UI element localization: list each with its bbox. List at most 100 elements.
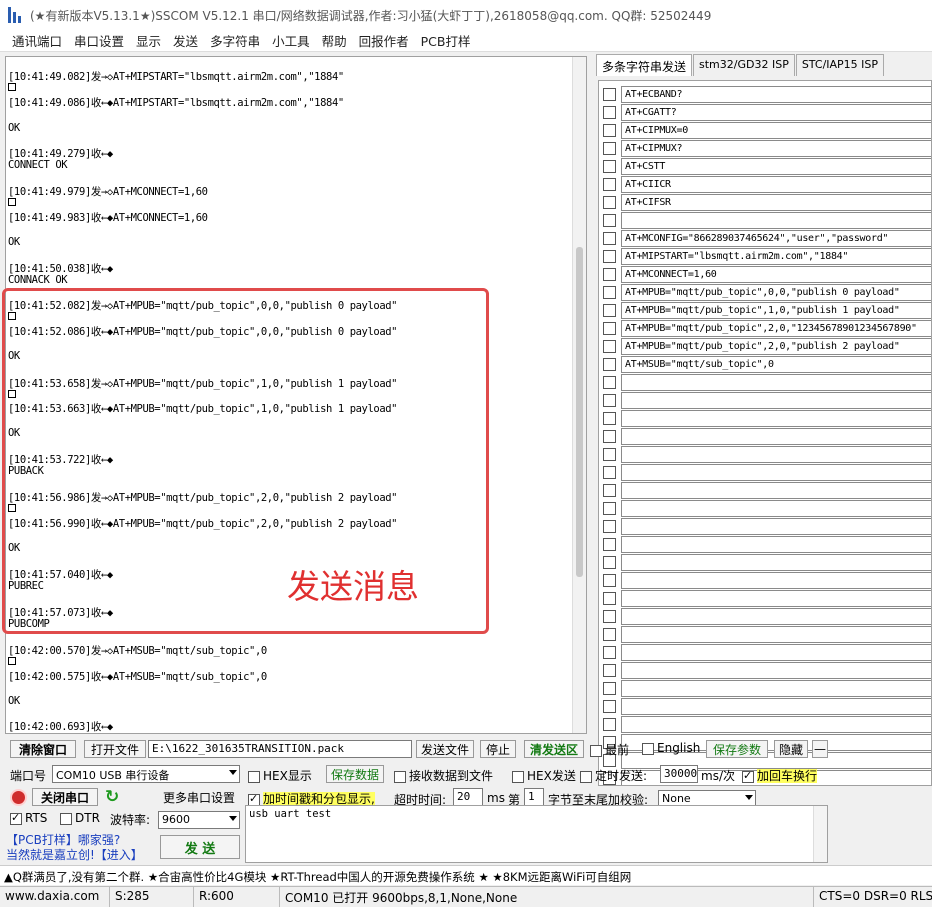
command-input[interactable]: AT+MPUB="mqtt/pub_topic",0,0,"publish 0 …	[621, 284, 931, 301]
command-checkbox[interactable]	[603, 682, 616, 695]
command-checkbox[interactable]	[603, 610, 616, 623]
hex-display-check-icon[interactable]	[248, 770, 260, 783]
command-input[interactable]: AT+MCONNECT=1,60	[621, 266, 931, 283]
menu-item[interactable]: PCB打样	[421, 31, 471, 50]
command-checkbox[interactable]	[603, 520, 616, 533]
command-input[interactable]	[621, 464, 931, 481]
command-input[interactable]: AT+MPUB="mqtt/pub_topic",2,0,"publish 2 …	[621, 338, 931, 355]
command-input[interactable]	[621, 608, 931, 625]
hex-send-checkbox[interactable]: HEX发送	[512, 767, 576, 784]
timeout-input[interactable]: 20	[453, 788, 483, 806]
status-site[interactable]: www.daxia.com	[0, 887, 110, 907]
command-input[interactable]: AT+CGATT?	[621, 104, 931, 121]
command-input[interactable]: AT+CSTT	[621, 158, 931, 175]
tab-multi-string[interactable]: 多条字符串发送	[596, 54, 693, 76]
command-input[interactable]	[621, 428, 931, 445]
command-checkbox[interactable]	[603, 376, 616, 389]
command-checkbox[interactable]	[603, 196, 616, 209]
interval-input[interactable]: 30000	[660, 765, 698, 783]
command-checkbox[interactable]	[603, 718, 616, 731]
rts-checkbox[interactable]: RTS	[10, 811, 47, 825]
command-input[interactable]	[621, 680, 931, 697]
command-checkbox[interactable]	[603, 664, 616, 677]
command-checkbox[interactable]	[603, 430, 616, 443]
command-checkbox[interactable]	[603, 628, 616, 641]
command-input[interactable]: AT+MPUB="mqtt/pub_topic",2,0,"1234567890…	[621, 320, 931, 337]
stop-button[interactable]: 停止	[480, 740, 516, 758]
command-input[interactable]	[621, 698, 931, 715]
news-ticker[interactable]: ▲Q群满员了,没有第二个群. ★合宙高性价比4G模块 ★RT-Thread中国人…	[0, 865, 932, 885]
minus-button[interactable]: —	[812, 740, 828, 758]
save-params-button[interactable]: 保存参数	[706, 740, 768, 758]
command-input[interactable]	[621, 410, 931, 427]
recv-to-file-check-icon[interactable]	[394, 770, 406, 783]
command-input[interactable]	[621, 500, 931, 517]
add-crlf-check-icon[interactable]	[742, 769, 754, 783]
command-input[interactable]	[621, 482, 931, 499]
send-button[interactable]: 发 送	[160, 835, 240, 859]
command-input[interactable]: AT+CIPMUX?	[621, 140, 931, 157]
command-checkbox[interactable]	[603, 448, 616, 461]
command-checkbox[interactable]	[603, 160, 616, 173]
command-checkbox[interactable]	[603, 88, 616, 101]
command-checkbox[interactable]	[603, 268, 616, 281]
send-input[interactable]: usb uart test	[245, 805, 828, 863]
command-checkbox[interactable]	[603, 700, 616, 713]
command-input[interactable]	[621, 518, 931, 535]
command-checkbox[interactable]	[603, 340, 616, 353]
command-checkbox[interactable]	[603, 250, 616, 263]
clear-window-button[interactable]: 清除窗口	[10, 740, 76, 758]
command-input[interactable]	[621, 554, 931, 571]
command-checkbox[interactable]	[603, 646, 616, 659]
open-file-button[interactable]: 打开文件	[84, 740, 146, 758]
hide-button[interactable]: 隐藏	[774, 740, 808, 758]
command-input[interactable]	[621, 392, 931, 409]
command-checkbox[interactable]	[603, 286, 616, 299]
command-checkbox[interactable]	[603, 358, 616, 371]
menu-item[interactable]: 发送	[173, 31, 198, 50]
byte-input[interactable]: 1	[524, 788, 544, 806]
menu-item[interactable]: 串口设置	[74, 31, 124, 50]
command-checkbox[interactable]	[603, 574, 616, 587]
refresh-icon[interactable]: ↻	[105, 787, 119, 807]
receive-log[interactable]: [10:41:49.082]发→◇AT+MIPSTART="lbsmqtt.ai…	[5, 56, 587, 734]
command-input[interactable]	[621, 536, 931, 553]
command-checkbox[interactable]	[603, 232, 616, 245]
topmost-checkbox[interactable]: 最前	[590, 741, 629, 758]
menu-item[interactable]: 通讯端口	[12, 31, 62, 50]
menu-item[interactable]: 帮助	[322, 31, 347, 50]
command-checkbox[interactable]	[603, 304, 616, 317]
topmost-check-icon[interactable]	[590, 744, 602, 757]
tab-stm32-isp[interactable]: stm32/GD32 ISP	[693, 54, 795, 76]
menu-item[interactable]: 显示	[136, 31, 161, 50]
command-checkbox[interactable]	[603, 592, 616, 605]
send-scrollbar[interactable]	[813, 806, 827, 862]
command-input[interactable]	[621, 446, 931, 463]
command-input[interactable]	[621, 572, 931, 589]
rts-check-icon[interactable]	[10, 811, 22, 825]
more-settings-button[interactable]: 更多串口设置	[158, 788, 240, 806]
menu-item[interactable]: 多字符串	[210, 31, 260, 50]
file-path-input[interactable]: E:\1622_301635TRANSITION.pack	[148, 740, 412, 758]
command-checkbox[interactable]	[603, 556, 616, 569]
close-port-button[interactable]: 关闭串口	[32, 788, 98, 806]
command-checkbox[interactable]	[603, 484, 616, 497]
command-checkbox[interactable]	[603, 178, 616, 191]
timestamp-check-icon[interactable]	[248, 792, 260, 806]
clear-send-button[interactable]: 清发送区	[524, 740, 584, 758]
command-input[interactable]	[621, 662, 931, 679]
command-input[interactable]: AT+MCONFIG="866289037465624","user","pas…	[621, 230, 931, 247]
command-input[interactable]	[621, 626, 931, 643]
hex-display-checkbox[interactable]: HEX显示	[248, 767, 312, 784]
english-checkbox[interactable]: English	[642, 741, 700, 755]
command-input[interactable]	[621, 590, 931, 607]
command-input[interactable]: AT+MIPSTART="lbsmqtt.airm2m.com","1884"	[621, 248, 931, 265]
log-scroll-thumb[interactable]	[576, 247, 583, 577]
port-select[interactable]: COM10 USB 串行设备	[52, 765, 240, 783]
save-data-button[interactable]: 保存数据	[326, 765, 384, 783]
command-checkbox[interactable]	[603, 124, 616, 137]
baud-select[interactable]: 9600	[158, 811, 240, 829]
english-check-icon[interactable]	[642, 742, 654, 755]
timed-send-checkbox[interactable]: 定时发送:	[580, 767, 647, 784]
promo-link[interactable]: 【PCB打样】哪家强? 当然就是嘉立创!【进入】	[6, 833, 143, 863]
